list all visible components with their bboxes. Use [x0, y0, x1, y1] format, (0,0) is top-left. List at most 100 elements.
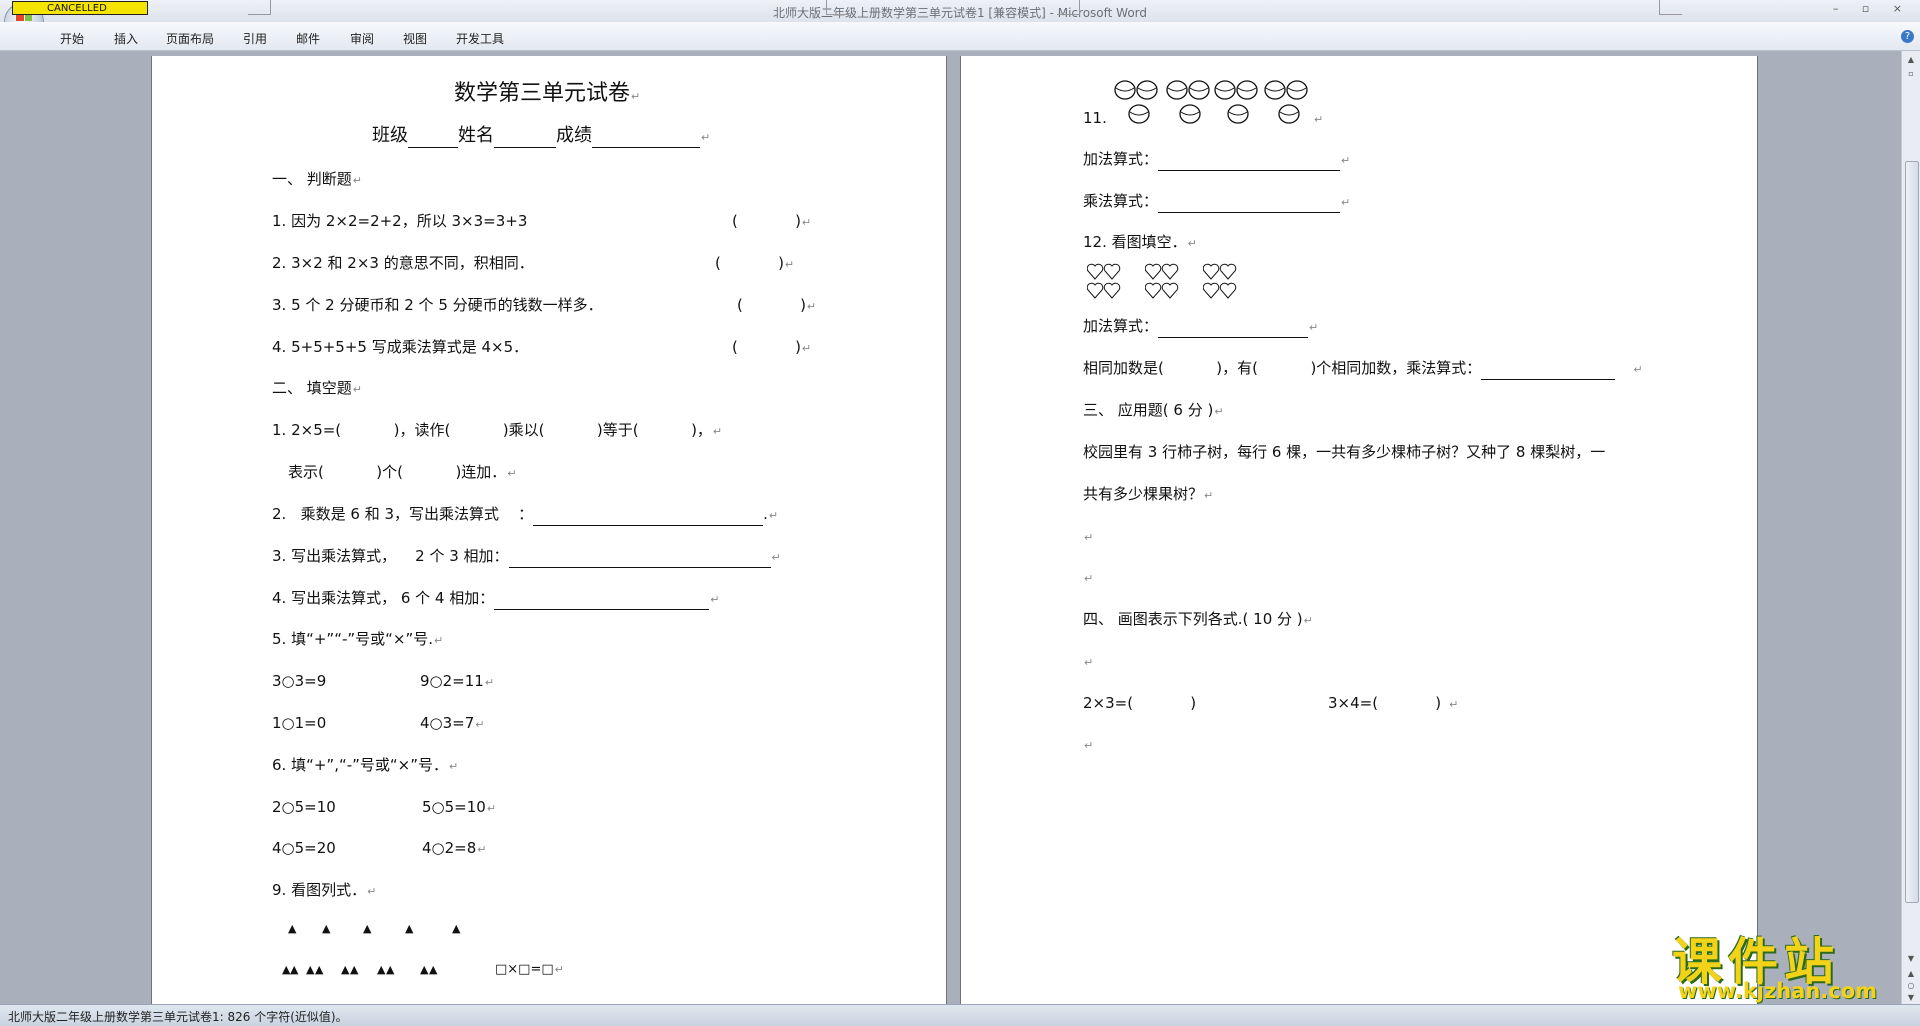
equation: 4○5=20	[272, 839, 336, 857]
fill-question-4: 4. 写出乘法算式， 6 个 4 相加： ↵	[272, 588, 719, 610]
ball-icon	[1128, 104, 1150, 124]
question-12: 12. 看图填空．↵	[1083, 233, 1197, 251]
heart-icon	[1202, 282, 1237, 300]
title-bar: 北师大版二年级上册数学第三单元试卷1 [兼容模式] - Microsoft Wo…	[0, 0, 1920, 22]
draw-expression-2: 3×4=( ) ↵	[1328, 694, 1459, 712]
q11-addition-line: 加法算式： ↵	[1083, 149, 1350, 171]
scroll-up-icon[interactable]: ▲	[1906, 55, 1916, 65]
q12-same-addend-line: 相同加数是( )，有( )个相同加数，乘法算式： ↵	[1083, 358, 1643, 380]
fill-question-9: 9. 看图列式．↵	[272, 881, 377, 899]
formula-boxes: □×□=□↵	[495, 962, 564, 977]
ball-icon	[1236, 80, 1258, 100]
section-heading: 二、 填空题↵	[272, 379, 362, 397]
heart-icon	[1144, 282, 1179, 300]
scrollbar-thumb[interactable]	[1905, 161, 1919, 903]
equation: 2○5=10	[272, 798, 336, 816]
fill-question-2: 2. 乘数是 6 和 3，写出乘法算式 ： .↵	[272, 504, 778, 526]
triangle-icon: ▲	[429, 963, 438, 976]
section-heading: 三、 应用题( 6 分 )↵	[1083, 401, 1224, 419]
triangle-icon: ▲	[377, 963, 386, 976]
tab-developer[interactable]: 开发工具	[456, 30, 504, 47]
equation: 9○2=11↵	[420, 672, 495, 690]
page-2: 11. ↵ 加法算式： ↵ 乘法算式： ↵ 12. 看图填空．↵ 加法算式： ↵ 相同…	[961, 0, 1757, 1004]
paragraph-mark: ↵	[1084, 572, 1094, 585]
q12-addition-line: 加法算式： ↵	[1083, 316, 1318, 338]
window-title: 北师大版二年级上册数学第三单元试卷1 [兼容模式] - Microsoft Wo…	[772, 6, 1148, 20]
answer-paren: ( )↵	[732, 212, 812, 230]
triangle-icon: ▲	[315, 963, 324, 976]
tab-references[interactable]: 引用	[243, 30, 267, 47]
question-11: 11.	[1083, 109, 1107, 127]
triangle-icon: ▲	[322, 922, 331, 935]
triangle-icon: ▲	[363, 922, 372, 935]
ball-icon	[1264, 80, 1286, 100]
window-controls[interactable]: – ▫ ×	[1833, 2, 1912, 15]
judge-question-4: 4. 5+5+5+5 写成乘法算式是 4×5．	[272, 338, 529, 356]
ball-icon	[1214, 80, 1236, 100]
triangle-icon: ▲	[290, 963, 299, 976]
paragraph-mark: ↵	[1084, 656, 1094, 669]
page-title: 数学第三单元试卷↵	[454, 81, 641, 106]
vertical-scrollbar[interactable]: ▲ ▫ ▼ ▲ ○ ▼	[1901, 51, 1920, 1004]
ball-icon	[1136, 80, 1158, 100]
ribbon-tabs: 开始 插入 页面布局 引用 邮件 审阅 视图 开发工具 ?	[0, 22, 1920, 51]
equation: 3○3=9	[272, 672, 327, 690]
equation: 1○1=0	[272, 714, 327, 732]
triangle-icon: ▲	[288, 922, 297, 935]
next-page-icon[interactable]: ▼	[1906, 993, 1916, 1003]
fill-question-1: 1. 2×5=( )，读作( )乘以( )等于( )，↵	[272, 421, 723, 439]
draw-expression-1: 2×3=( )	[1083, 694, 1197, 712]
heart-icon	[1086, 263, 1121, 281]
section-heading: 四、 画图表示下列各式.( 10 分 )↵	[1083, 610, 1313, 628]
crop-mark	[1659, 0, 1682, 15]
heart-icon	[1202, 263, 1237, 281]
triangle-icon: ▲	[386, 963, 395, 976]
equation: 4○3=7↵	[420, 714, 485, 732]
equation: 5○5=10↵	[422, 798, 497, 816]
student-info-line: 班级 姓名 成绩 ↵	[372, 125, 711, 148]
answer-paren: ( )↵	[715, 254, 795, 272]
q11-multiplication-line: 乘法算式： ↵	[1083, 191, 1350, 213]
paragraph-mark: ↵	[1084, 739, 1094, 752]
ball-icon	[1166, 80, 1188, 100]
status-bar: 北师大版二年级上册数学第三单元试卷1: 826 个字符(近似值)。	[0, 1004, 1920, 1026]
browse-object-icon[interactable]: ○	[1906, 981, 1916, 991]
ball-icon	[1286, 80, 1308, 100]
help-icon[interactable]: ?	[1901, 30, 1914, 43]
tab-mailings[interactable]: 邮件	[296, 30, 320, 47]
application-problem-cont: 共有多少棵果树？↵	[1083, 485, 1214, 503]
answer-paren: ( )↵	[737, 296, 817, 314]
tab-view[interactable]: 视图	[403, 30, 427, 47]
previous-page-icon[interactable]: ▲	[1906, 969, 1916, 979]
kjzhan-logo: 课件站 www.kjzhan.com	[1668, 922, 1898, 1004]
heart-icon	[1144, 263, 1179, 281]
triangle-icon: ▲	[405, 922, 414, 935]
ball-icon	[1179, 104, 1201, 124]
tab-home[interactable]: 开始	[60, 30, 84, 47]
tab-insert[interactable]: 插入	[114, 30, 138, 47]
triangle-icon: ▲	[350, 963, 359, 976]
section-heading: 一、 判断题↵	[272, 170, 362, 188]
status-text: 北师大版二年级上册数学第三单元试卷1: 826 个字符(近似值)。	[8, 1010, 348, 1024]
fill-question-3: 3. 写出乘法算式， 2 个 3 相加： ↵	[272, 546, 781, 568]
scroll-down-icon[interactable]: ▼	[1906, 954, 1916, 964]
ball-icon	[1188, 80, 1210, 100]
judge-question-2: 2. 3×2 和 2×3 的意思不同，积相同．	[272, 254, 534, 272]
fill-question-1-cont: 表示( )个( )连加．↵	[288, 463, 517, 481]
ruler-icon[interactable]: ▫	[1906, 69, 1916, 79]
tab-review[interactable]: 审阅	[350, 30, 374, 47]
paragraph-mark: ↵	[1314, 113, 1324, 126]
crop-mark	[1057, 0, 1080, 15]
tab-page-layout[interactable]: 页面布局	[166, 30, 214, 47]
ball-icon	[1227, 104, 1249, 124]
ball-icon	[1114, 80, 1136, 100]
crop-mark	[248, 0, 271, 15]
logo-url: www.kjzhan.com	[1678, 979, 1878, 1003]
fill-question-5: 5. 填“+”“-”号或“×”号.↵	[272, 630, 444, 648]
crop-mark	[826, 0, 849, 15]
triangle-icon: ▲	[452, 922, 461, 935]
page-1: 数学第三单元试卷↵ 班级 姓名 成绩 ↵ 一、 判断题↵ 1. 因为 2×2=2+2，…	[152, 0, 946, 1004]
heart-icon	[1086, 282, 1121, 300]
triangle-icon: ▲	[306, 963, 315, 976]
triangle-icon: ▲	[341, 963, 350, 976]
